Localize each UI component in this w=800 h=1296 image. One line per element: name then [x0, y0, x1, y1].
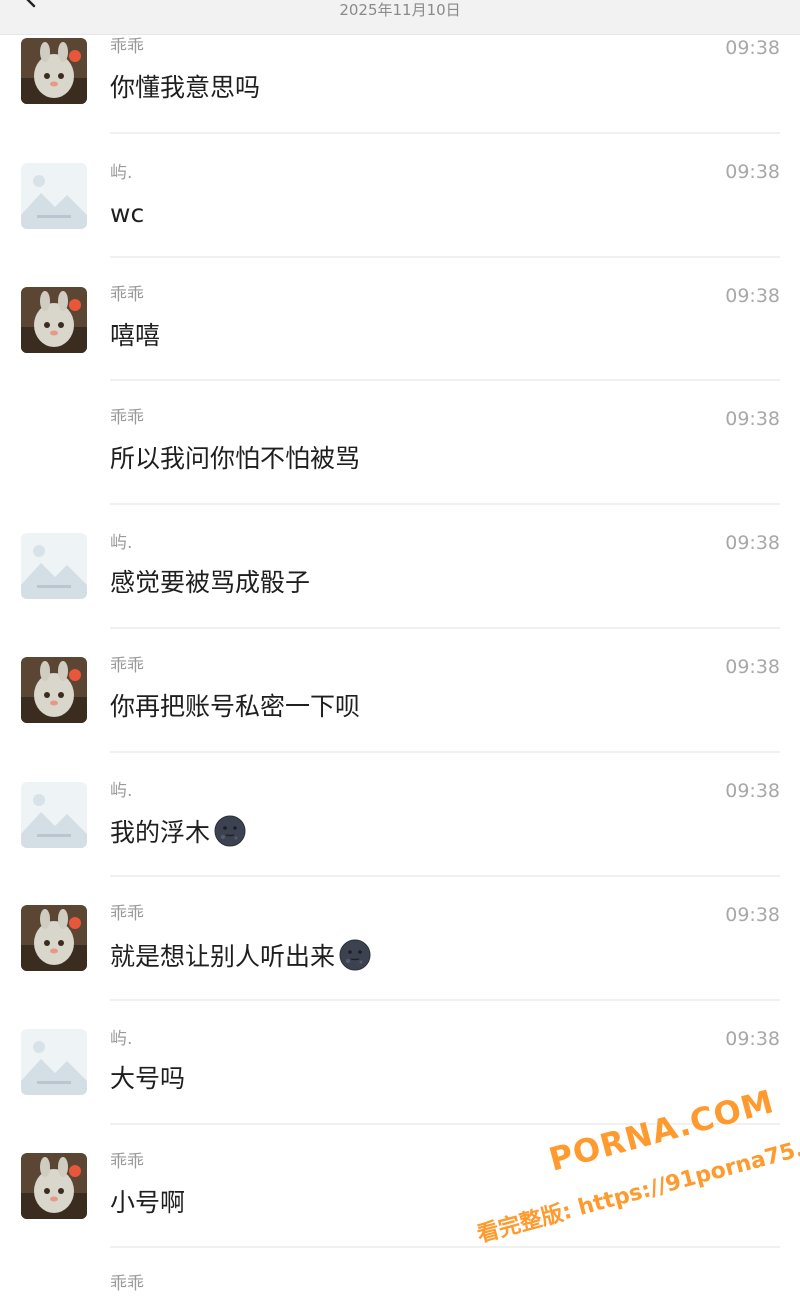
message-text-content: 我的浮木 [110, 818, 211, 847]
message-row[interactable]: 屿. 09:38 大号吗 [0, 1025, 800, 1149]
row-divider [110, 503, 780, 505]
row-divider [110, 1123, 780, 1125]
sender-name: 乖乖 [110, 656, 144, 676]
placeholder-image-icon [21, 163, 87, 229]
character-avatar-icon [21, 657, 87, 723]
message-text: 就是想让别人听出来 [110, 939, 371, 973]
sender-name: 乖乖 [110, 904, 144, 924]
row-divider [110, 256, 780, 258]
row-divider [110, 627, 780, 629]
message-time: 09:38 [725, 532, 780, 554]
placeholder-image-icon [21, 533, 87, 599]
message-text: 我的浮木 [110, 815, 246, 849]
message-time: 09:38 [725, 37, 780, 59]
sender-avatar[interactable] [21, 905, 87, 971]
row-divider [110, 1246, 780, 1248]
sender-avatar[interactable] [21, 1153, 87, 1219]
sender-name: 屿. [110, 533, 133, 553]
sender-avatar[interactable] [21, 1029, 87, 1095]
message-text: 感觉要被骂成骰子 [110, 568, 311, 597]
row-divider [110, 875, 780, 877]
sender-name: 乖乖 [110, 37, 144, 57]
message-text: 大号吗 [110, 1064, 186, 1093]
message-time: 09:38 [725, 161, 780, 183]
sender-avatar[interactable] [21, 163, 87, 229]
message-row[interactable]: 乖乖 09:38 你再把账号私密一下呗 [0, 653, 800, 777]
message-text-content: 就是想让别人听出来 [110, 942, 336, 971]
message-row[interactable]: 屿. 09:38 我的浮木 [0, 777, 800, 901]
sender-name: 乖乖 [110, 1274, 144, 1294]
placeholder-image-icon [21, 782, 87, 848]
row-divider [110, 999, 780, 1001]
message-time: 09:38 [725, 656, 780, 678]
dark-moon-face-icon [339, 939, 371, 971]
row-divider [110, 132, 780, 134]
sender-name: 屿. [110, 163, 133, 183]
message-row[interactable]: 乖乖 09:38 所以我问你怕不怕被骂 [0, 405, 800, 529]
message-text: 嘻嘻 [110, 321, 161, 350]
message-text: 你懂我意思吗 [110, 73, 261, 102]
dark-moon-face-icon [214, 815, 246, 847]
row-divider [110, 751, 780, 753]
message-text: 小号啊 [110, 1188, 186, 1217]
row-divider [110, 379, 780, 381]
placeholder-image-icon [21, 1029, 87, 1095]
message-text: 所以我问你怕不怕被骂 [110, 444, 361, 473]
sender-avatar[interactable] [21, 533, 87, 599]
message-row[interactable]: 屿. 09:38 wc [0, 158, 800, 282]
message-list[interactable]: 乖乖 09:38 你懂我意思吗 屿. 09:38 wc 乖乖 09:38 嘻嘻 … [0, 0, 800, 1296]
message-time: 09:38 [725, 904, 780, 926]
message-row[interactable]: 乖乖 09:38 就是想让别人听出来 [0, 901, 800, 1025]
message-text: 你再把账号私密一下呗 [110, 692, 361, 721]
sender-avatar[interactable] [21, 38, 87, 104]
sender-avatar[interactable] [21, 782, 87, 848]
sender-name: 乖乖 [110, 408, 144, 428]
message-row[interactable]: 乖乖 小号啊 [0, 1149, 800, 1273]
character-avatar-icon [21, 38, 87, 104]
sender-name: 乖乖 [110, 1152, 144, 1172]
character-avatar-icon [21, 1153, 87, 1219]
sender-avatar[interactable] [21, 287, 87, 353]
message-text: wc [110, 199, 145, 228]
sender-name: 屿. [110, 781, 133, 801]
message-time: 09:38 [725, 285, 780, 307]
message-time: 09:38 [725, 780, 780, 802]
sender-name: 屿. [110, 1029, 133, 1049]
message-time: 09:38 [725, 1028, 780, 1050]
message-time: 09:38 [725, 408, 780, 430]
character-avatar-icon [21, 905, 87, 971]
sender-name: 乖乖 [110, 285, 144, 305]
message-row[interactable]: 乖乖 09:38 嘻嘻 [0, 282, 800, 406]
sender-avatar[interactable] [21, 657, 87, 723]
message-row[interactable]: 屿. 09:38 感觉要被骂成骰子 [0, 529, 800, 653]
character-avatar-icon [21, 287, 87, 353]
message-row[interactable]: 乖乖 09:38 你懂我意思吗 [0, 34, 800, 158]
message-row[interactable]: 乖乖 [0, 1272, 800, 1296]
